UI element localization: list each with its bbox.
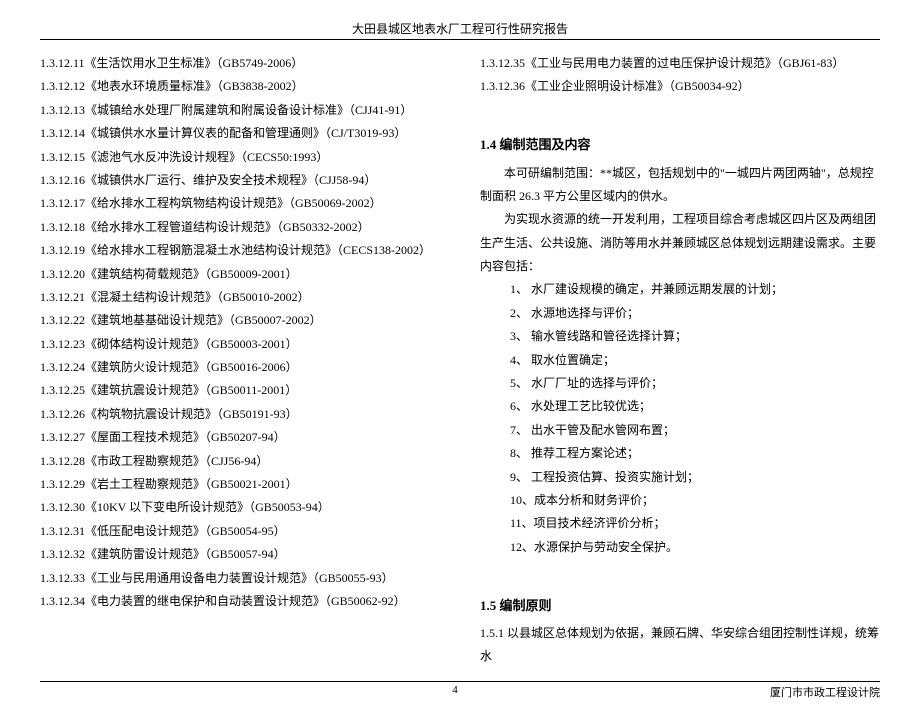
standard-item: 1.3.12.19《给水排水工程钢筋混凝土水池结构设计规范》（CECS138-2… bbox=[40, 239, 440, 262]
page-number: 4 bbox=[140, 684, 770, 700]
standard-item: 1.3.12.34《电力装置的继电保护和自动装置设计规范》（GB50062-92… bbox=[40, 590, 440, 613]
standard-item: 1.3.12.23《砌体结构设计规范》（GB50003-2001） bbox=[40, 333, 440, 356]
standard-item: 1.3.12.35《工业与民用电力装置的过电压保护设计规范》（GBJ61-83） bbox=[480, 52, 880, 75]
standard-item: 1.3.12.20《建筑结构荷载规范》（GB50009-2001） bbox=[40, 263, 440, 286]
standard-item: 1.3.12.29《岩土工程勘察规范》（GB50021-2001） bbox=[40, 473, 440, 496]
standard-item: 1.3.12.18《给水排水工程管道结构设计规范》（GB50332-2002） bbox=[40, 216, 440, 239]
standard-item: 1.3.12.12《地表水环境质量标准》（GB3838-2002） bbox=[40, 75, 440, 98]
standard-item: 1.3.12.26《构筑物抗震设计规范》（GB50191-93） bbox=[40, 403, 440, 426]
section-1-4-list-item: 11、项目技术经济评价分析； bbox=[480, 512, 880, 535]
section-1-4-list-item: 7、 出水干管及配水管网布置； bbox=[480, 419, 880, 442]
standard-item: 1.3.12.25《建筑抗震设计规范》（GB50011-2001） bbox=[40, 379, 440, 402]
right-column: 1.3.12.35《工业与民用电力装置的过电压保护设计规范》（GBJ61-83）… bbox=[480, 52, 880, 669]
standard-item: 1.3.12.16《城镇供水厂运行、维护及安全技术规程》（CJJ58-94） bbox=[40, 169, 440, 192]
section-1-4-list-item: 4、 取水位置确定； bbox=[480, 349, 880, 372]
section-1-4-list-item: 10、成本分析和财务评价； bbox=[480, 489, 880, 512]
section-1-4-para: 本可研编制范围：**城区，包括规划中的"一城四片两团两轴"，总规控制面积 26.… bbox=[480, 162, 880, 209]
section-1-4-list-item: 12、水源保护与劳动安全保护。 bbox=[480, 536, 880, 559]
standard-item: 1.3.12.27《屋面工程技术规范》（GB50207-94） bbox=[40, 426, 440, 449]
standard-item: 1.3.12.15《滤池气水反冲洗设计规程》（CECS50:1993） bbox=[40, 146, 440, 169]
standard-item: 1.3.12.30《10KV 以下变电所设计规范》（GB50053-94） bbox=[40, 496, 440, 519]
section-1-4-list-item: 6、 水处理工艺比较优选； bbox=[480, 395, 880, 418]
standard-item: 1.3.12.33《工业与民用通用设备电力装置设计规范》（GB50055-93） bbox=[40, 567, 440, 590]
left-column: 1.3.12.11《生活饮用水卫生标准》（GB5749-2006）1.3.12.… bbox=[40, 52, 440, 669]
standard-item: 1.3.12.22《建筑地基基础设计规范》（GB50007-2002） bbox=[40, 309, 440, 332]
standard-item: 1.3.12.32《建筑防雷设计规范》（GB50057-94） bbox=[40, 543, 440, 566]
standard-item: 1.3.12.17《给水排水工程构筑物结构设计规范》（GB50069-2002） bbox=[40, 192, 440, 215]
standard-item: 1.3.12.24《建筑防火设计规范》（GB50016-2006） bbox=[40, 356, 440, 379]
header-title: 大田县城区地表水厂工程可行性研究报告 bbox=[352, 22, 568, 36]
page-footer: 4 厦门市市政工程设计院 bbox=[40, 681, 880, 700]
section-1-4-para: 为实现水资源的统一开发利用，工程项目综合考虑城区四片区及两组团生产生活、公共设施… bbox=[480, 208, 880, 278]
standard-item: 1.3.12.21《混凝土结构设计规范》（GB50010-2002） bbox=[40, 286, 440, 309]
section-1-4-list-item: 2、 水源地选择与评价； bbox=[480, 302, 880, 325]
section-1-4-list-item: 1、 水厂建设规模的确定，并兼顾远期发展的计划； bbox=[480, 278, 880, 301]
page-header: 大田县城区地表水厂工程可行性研究报告 bbox=[40, 20, 880, 40]
standard-item: 1.3.12.31《低压配电设计规范》（GB50054-95） bbox=[40, 520, 440, 543]
section-1-4-list-item: 3、 输水管线路和管径选择计算； bbox=[480, 325, 880, 348]
section-1-4-title: 1.4 编制范围及内容 bbox=[480, 132, 880, 157]
section-1-4-list-item: 5、 水厂厂址的选择与评价； bbox=[480, 372, 880, 395]
standard-item: 1.3.12.11《生活饮用水卫生标准》（GB5749-2006） bbox=[40, 52, 440, 75]
section-1-5-para: 1.5.1 以县城区总体规划为依据，兼顾石牌、华安综合组团控制性详规，统筹水 bbox=[480, 622, 880, 669]
section-1-4-list-item: 8、 推荐工程方案论述； bbox=[480, 442, 880, 465]
standard-item: 1.3.12.36《工业企业照明设计标准》（GB50034-92） bbox=[480, 75, 880, 98]
two-column-body: 1.3.12.11《生活饮用水卫生标准》（GB5749-2006）1.3.12.… bbox=[40, 52, 880, 669]
section-1-4-list-item: 9、 工程投资估算、投资实施计划； bbox=[480, 466, 880, 489]
section-1-5-title: 1.5 编制原则 bbox=[480, 593, 880, 618]
standard-item: 1.3.12.14《城镇供水水量计算仪表的配备和管理通则》（CJ/T3019-9… bbox=[40, 122, 440, 145]
standard-item: 1.3.12.13《城镇给水处理厂附属建筑和附属设备设计标准》（CJJ41-91… bbox=[40, 99, 440, 122]
standard-item: 1.3.12.28《市政工程勘察规范》（CJJ56-94） bbox=[40, 450, 440, 473]
footer-org: 厦门市市政工程设计院 bbox=[770, 684, 880, 700]
